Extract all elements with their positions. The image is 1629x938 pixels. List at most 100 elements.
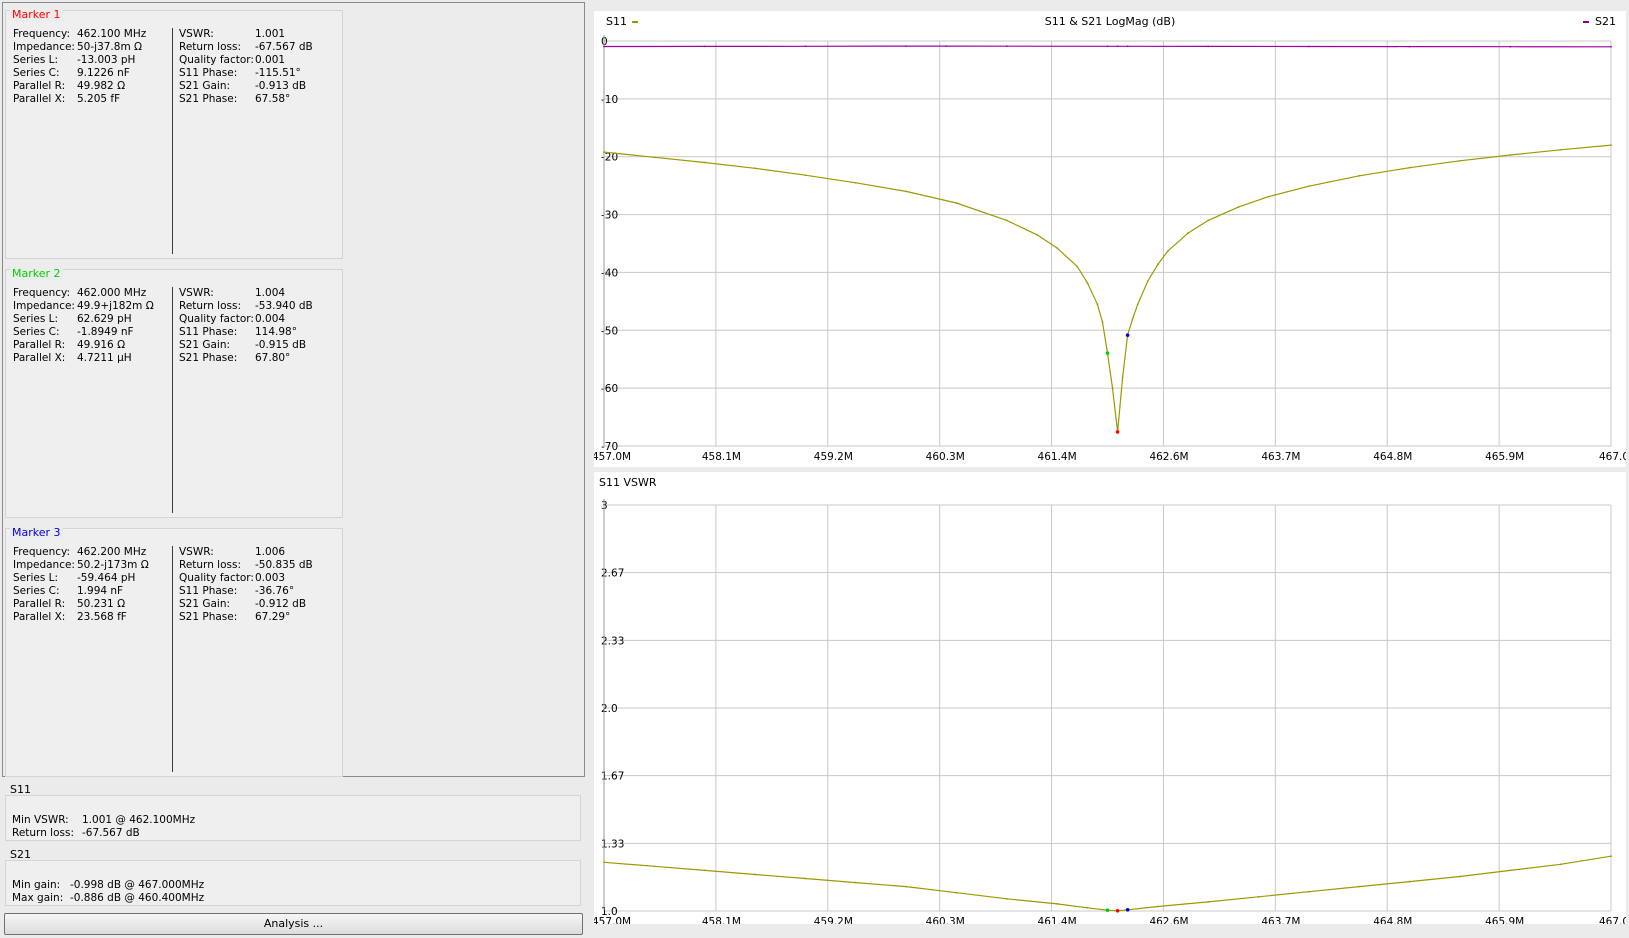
vswr-chart-panel: 457.0M 458.1M 459.2M 460.3M 461.4M 462.6M 463.… [594, 472, 1626, 924]
data-point [703, 45, 706, 48]
s21-max-gain-label: Max gain: [12, 892, 64, 904]
data-point [1509, 45, 1512, 48]
y-tick-label: 2.33 [601, 635, 624, 647]
marker-field-label: S11 Phase: [179, 326, 238, 338]
marker-field-row: Series C: 9.1226 nF [13, 67, 173, 80]
marker-field-value: 9.1226 nF [77, 67, 130, 79]
marker-field-value: -115.51° [255, 67, 301, 79]
marker-field-label: Impedance: [13, 300, 75, 312]
marker-3-point [1125, 907, 1130, 912]
marker-column-divider [172, 28, 173, 254]
data-point [1131, 317, 1134, 320]
data-point [1101, 321, 1104, 324]
marker-field-label: Parallel R: [13, 339, 66, 351]
x-tick-label: 467.0M [1599, 451, 1626, 463]
marker-field-label: S21 Phase: [179, 352, 238, 364]
marker-field-label: Frequency: [13, 287, 71, 299]
data-point [1156, 905, 1159, 908]
marker-field-label: Series L: [13, 313, 59, 325]
marker-field-label: Parallel R: [13, 598, 66, 610]
data-point [1076, 265, 1079, 268]
data-point [854, 181, 857, 184]
marker-field-label: Impedance: [13, 41, 75, 53]
marker-field-label: Impedance: [13, 559, 75, 571]
data-point [905, 45, 907, 48]
marker-field-value: -1.8949 nF [77, 326, 134, 338]
marker-column-divider [172, 546, 173, 772]
data-point [603, 861, 605, 864]
marker-field-label: S21 Gain: [179, 598, 231, 610]
marker-field-label: Return loss: [179, 300, 242, 312]
marker-field-value: 62.629 pH [77, 313, 132, 325]
marker-field-value: 4.7211 µH [77, 352, 132, 364]
s11-summary: S11 Min VSWR: 1.001 @ 462.100MHz Return … [5, 783, 581, 841]
data-point [1187, 232, 1189, 234]
vswr-chart-title: S11 VSWR [599, 476, 657, 489]
marker-field-label: Series C: [13, 67, 60, 79]
data-point [1267, 195, 1270, 198]
data-point [1610, 855, 1612, 858]
x-tick-label: 458.1M [702, 451, 741, 463]
marker-field-row: S11 Phase: 114.98° [179, 326, 339, 339]
marker-field-label: Quality factor: [179, 54, 254, 66]
marker-field-value: 50.231 Ω [77, 598, 126, 610]
marker-field-value: -36.76° [255, 585, 295, 597]
marker-field-row: Series C: -1.8949 nF [13, 326, 173, 339]
legend-s21: S21 [1582, 15, 1616, 28]
data-point [1156, 263, 1159, 266]
marker-field-row: S11 Phase: -36.76° [179, 585, 339, 598]
marker-field-value: 1.994 nF [77, 585, 124, 597]
s11-summary-box: Min VSWR: 1.001 @ 462.100MHz Return loss… [5, 795, 581, 841]
data-point [1106, 45, 1109, 48]
x-tick-label: 461.4M [1038, 916, 1077, 924]
data-point [1126, 45, 1129, 48]
data-point [1358, 885, 1361, 888]
y-tick-label: 1.67 [601, 771, 624, 783]
marker-field-row: VSWR: 1.001 [179, 28, 339, 41]
marker-field-row: Series L: -59.464 pH [13, 572, 173, 585]
marker-field-row: Quality factor: 0.001 [179, 54, 339, 67]
data-point [1136, 303, 1139, 306]
marker-3-title: Marker 3 [10, 526, 63, 539]
data-point [1408, 880, 1411, 883]
x-tick-label: 464.8M [1373, 451, 1412, 463]
data-point [653, 156, 656, 159]
s11-min-vswr-row: Min VSWR: 1.001 @ 462.100MHz [12, 814, 195, 827]
data-point [1056, 902, 1059, 905]
marker-field-label: Frequency: [13, 546, 71, 558]
vswr-chart: 457.0M 458.1M 459.2M 460.3M 461.4M 462.6M 463.… [594, 499, 1626, 924]
marker-field-row: Impedance: 50.2-j173m Ω [13, 559, 173, 572]
data-point [1167, 250, 1169, 252]
data-point [1207, 900, 1210, 903]
marker-1-left-column: Frequency: 462.100 MHz Impedance: 50-j37.8m… [13, 28, 173, 106]
marker-field-row: VSWR: 1.006 [179, 546, 339, 559]
marker-field-row: Quality factor: 0.003 [179, 572, 339, 585]
marker-field-label: VSWR: [179, 546, 214, 558]
data-point [1408, 45, 1411, 48]
marker-3-right-column: VSWR: 1.006 Return loss: -50.835 dB Quality … [179, 546, 339, 624]
data-point [804, 174, 807, 177]
analysis-button[interactable]: Analysis ... [4, 913, 583, 935]
marker-field-value: 0.003 [255, 572, 286, 584]
marker-field-value: 462.100 MHz [77, 28, 147, 40]
marker-field-label: Parallel X: [13, 93, 66, 105]
data-point [703, 161, 706, 164]
data-point [1056, 247, 1059, 250]
marker-field-label: Series L: [13, 572, 59, 584]
marker-field-row: Quality factor: 0.004 [179, 313, 339, 326]
marker-field-value: 67.58° [255, 93, 291, 105]
series-line-s11 [603, 144, 1612, 433]
marker-2-title: Marker 2 [10, 267, 63, 280]
marker-field-value: 0.001 [255, 54, 286, 66]
marker-field-value: -53.940 dB [255, 300, 313, 312]
data-point [653, 865, 656, 868]
data-point [1121, 376, 1124, 379]
marker-field-value: -0.912 dB [255, 598, 307, 610]
marker-field-row: Parallel X: 23.568 fF [13, 611, 173, 624]
x-tick-label: 459.2M [814, 916, 853, 924]
marker-field-label: VSWR: [179, 28, 214, 40]
marker-field-row: Parallel X: 5.205 fF [13, 93, 173, 106]
s21-max-gain-row: Max gain: -0.886 dB @ 460.400MHz [12, 892, 204, 905]
x-tick-label: 458.1M [702, 916, 741, 924]
marker-field-value: 50-j37.8m Ω [77, 41, 143, 53]
